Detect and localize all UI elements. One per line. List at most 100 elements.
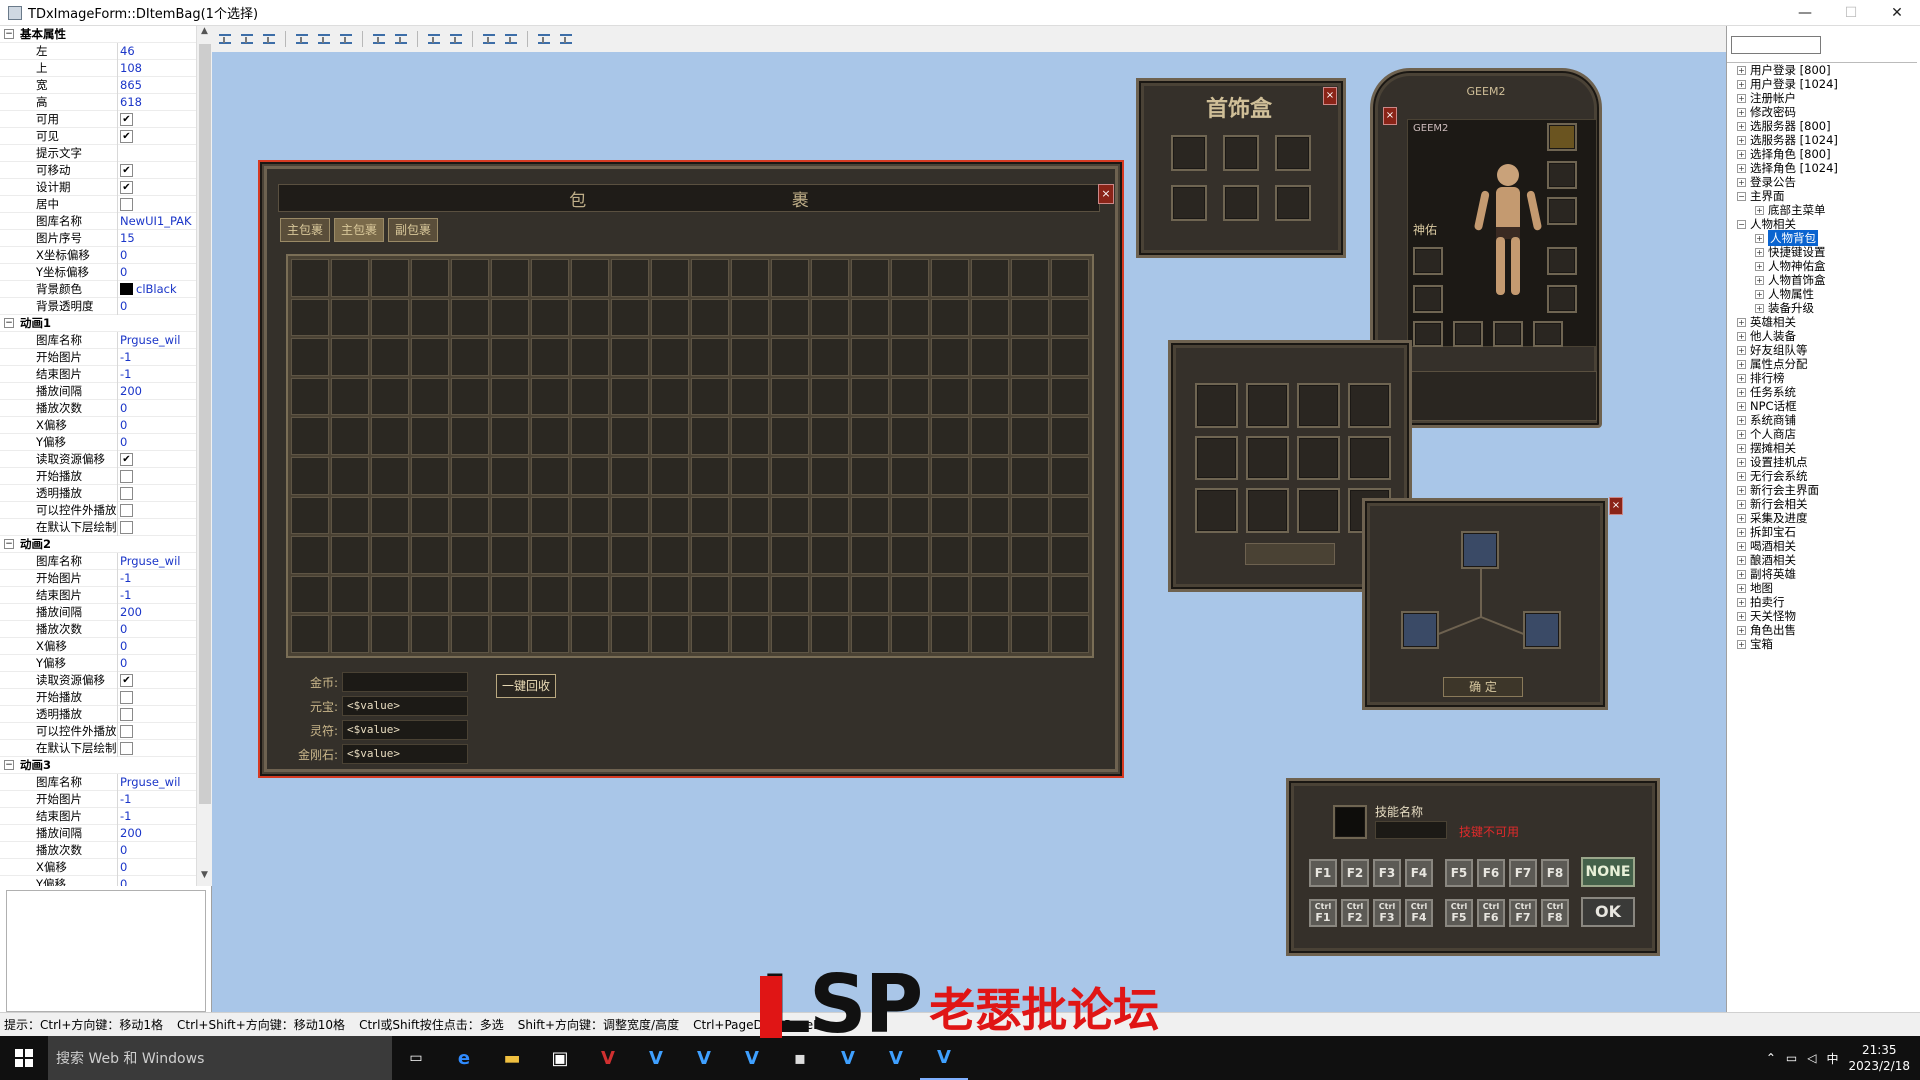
prop-row[interactable]: 可用 ✔	[0, 110, 196, 128]
prop-value[interactable]: 200	[120, 605, 142, 619]
bag-slot[interactable]	[1011, 496, 1049, 535]
prop-row[interactable]: 读取资源偏移 ✔	[0, 450, 196, 468]
bag-slot[interactable]	[811, 615, 849, 653]
prop-value-cell[interactable]: 618	[118, 95, 196, 109]
jewel-slot[interactable]	[1275, 185, 1311, 221]
tree-node[interactable]: + 新行会主界面	[1727, 483, 1917, 497]
bag-slot[interactable]	[491, 338, 529, 376]
bag-slot[interactable]	[651, 536, 689, 574]
bag-slot[interactable]	[451, 496, 489, 535]
bag-slot[interactable]	[811, 536, 849, 574]
minimize-button[interactable]: —	[1782, 0, 1828, 26]
bag-slot[interactable]	[291, 259, 329, 297]
bag-slot[interactable]	[331, 259, 369, 297]
bag-slot[interactable]	[371, 298, 409, 337]
bag-slot[interactable]	[491, 496, 529, 535]
start-button[interactable]	[0, 1036, 48, 1080]
bag-slot[interactable]	[331, 377, 369, 416]
bag-slot[interactable]	[651, 377, 689, 416]
prop-checkbox[interactable]	[120, 707, 133, 721]
tree-expand-icon[interactable]: +	[1737, 583, 1746, 593]
bag-slot[interactable]	[931, 456, 969, 495]
prop-row[interactable]: 上 108	[0, 59, 196, 77]
prop-value-cell[interactable]: 0	[118, 639, 196, 653]
bag-slot[interactable]	[611, 298, 649, 337]
bag-slot[interactable]	[411, 298, 449, 337]
tree-node-label[interactable]: 宝箱	[1750, 636, 1773, 652]
jewel-close-button[interactable]: ×	[1323, 87, 1337, 105]
bag-slot[interactable]	[771, 456, 809, 495]
prop-checkbox[interactable]	[120, 197, 133, 211]
prop-row[interactable]: 读取资源偏移 ✔	[0, 671, 196, 689]
equip-upgrade-window[interactable]: × 确 定	[1362, 497, 1623, 710]
bag-slot[interactable]	[451, 338, 489, 376]
shenyou-slot[interactable]	[1246, 435, 1289, 481]
tree-node[interactable]: + 属性点分配	[1727, 357, 1917, 371]
prop-value[interactable]: 46	[120, 44, 135, 58]
bag-slot[interactable]	[971, 259, 1009, 297]
tree-expand-icon[interactable]: +	[1737, 513, 1746, 523]
prop-checkbox[interactable]: ✔	[120, 673, 133, 687]
center-h-icon[interactable]	[535, 30, 553, 48]
fkey-button[interactable]: F4	[1405, 859, 1433, 887]
prop-row[interactable]: 开始图片 -1	[0, 569, 196, 587]
bag-slot[interactable]	[1051, 575, 1089, 614]
property-scrollbar[interactable]: ▲ ▼	[196, 26, 212, 886]
bag-slot[interactable]	[771, 298, 809, 337]
prop-value[interactable]: -1	[120, 367, 131, 381]
prop-value[interactable]: NewUI1_PAK	[120, 214, 192, 228]
prop-value[interactable]: 0	[120, 401, 127, 415]
bag-slot[interactable]	[851, 536, 889, 574]
tree-node[interactable]: + 宝箱	[1727, 637, 1917, 651]
tree-expand-icon[interactable]: +	[1755, 275, 1764, 285]
bag-slot[interactable]	[1011, 456, 1049, 495]
shenyou-slot[interactable]	[1246, 383, 1289, 428]
prop-group[interactable]: − 动画3	[0, 757, 196, 774]
tree-node[interactable]: + 用户登录 [1024]	[1727, 77, 1917, 91]
shenyou-slot[interactable]	[1297, 435, 1340, 481]
bag-close-button[interactable]: ×	[1098, 184, 1114, 204]
prop-value-cell[interactable]: ✔	[118, 180, 196, 194]
app-v-icon[interactable]: V	[872, 1036, 920, 1080]
bag-slot[interactable]	[811, 417, 849, 455]
bag-slot[interactable]	[331, 456, 369, 495]
bag-slot[interactable]	[931, 338, 969, 376]
prop-value[interactable]: Prguse_wil	[120, 554, 180, 568]
bag-slot[interactable]	[971, 456, 1009, 495]
bag-slot[interactable]	[571, 615, 609, 653]
prop-row[interactable]: 可以控件外播放	[0, 722, 196, 740]
bag-slot[interactable]	[891, 417, 929, 455]
bag-slot[interactable]	[571, 298, 609, 337]
bag-slot[interactable]	[491, 417, 529, 455]
jewel-slot[interactable]	[1223, 135, 1259, 171]
prop-group-label[interactable]: − 动画1	[0, 315, 51, 331]
bag-slot[interactable]	[851, 417, 889, 455]
recycle-button[interactable]: 一键回收	[496, 674, 556, 698]
bag-slot[interactable]	[811, 298, 849, 337]
prop-value-cell[interactable]: 200	[118, 384, 196, 398]
bag-slot[interactable]	[851, 615, 889, 653]
prop-value-cell[interactable]: 200	[118, 605, 196, 619]
tree-expand-icon[interactable]: +	[1737, 597, 1746, 607]
tree-expand-icon[interactable]: +	[1755, 205, 1764, 215]
prop-row[interactable]: Y偏移 0	[0, 433, 196, 451]
bag-slot[interactable]	[891, 615, 929, 653]
prop-value[interactable]: 0	[120, 265, 127, 279]
app-red-icon[interactable]: V	[584, 1036, 632, 1080]
prop-value-cell[interactable]	[118, 503, 196, 517]
prop-checkbox[interactable]: ✔	[120, 129, 133, 143]
bag-slot[interactable]	[291, 496, 329, 535]
ctrl-fkey-button[interactable]: Ctrl F2	[1341, 899, 1369, 927]
tree-expand-icon[interactable]: +	[1737, 639, 1746, 649]
bag-slot[interactable]	[851, 298, 889, 337]
prop-value-cell[interactable]: 0	[118, 860, 196, 874]
prop-value-cell[interactable]: -1	[118, 588, 196, 602]
prop-value-cell[interactable]	[118, 724, 196, 738]
bag-slot[interactable]	[411, 259, 449, 297]
prop-row[interactable]: 背景颜色 clBlack	[0, 280, 196, 298]
bag-slot[interactable]	[731, 615, 769, 653]
bag-slot[interactable]	[331, 536, 369, 574]
edge-icon[interactable]: e	[440, 1036, 488, 1080]
tray-chevron-icon[interactable]: ⌃	[1766, 1051, 1776, 1065]
bag-slot[interactable]	[331, 615, 369, 653]
